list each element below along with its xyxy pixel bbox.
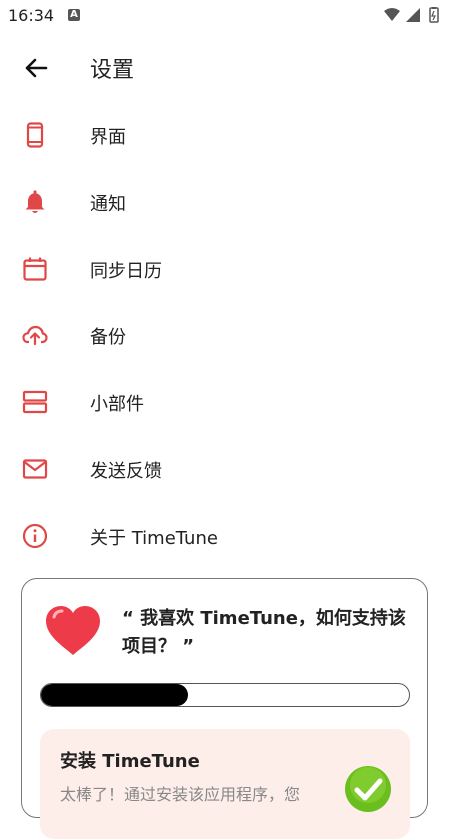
menu-item-label: 关于 TimeTune — [90, 528, 218, 549]
install-description: 太棒了！通过安装该应用程序，您 — [60, 785, 301, 804]
menu-item-send-feedback[interactable]: 发送反馈 — [0, 440, 450, 496]
install-option[interactable]: 安装 TimeTune 太棒了！通过安装该应用程序，您 — [40, 729, 410, 839]
app-bar: 设置 — [0, 40, 450, 96]
mail-icon — [22, 459, 48, 479]
menu-item-sync-calendar[interactable]: 同步日历 — [0, 240, 450, 296]
install-title: 安装 TimeTune — [60, 751, 200, 772]
bell-icon — [25, 190, 45, 213]
menu-item-about[interactable]: 关于 TimeTune — [0, 507, 450, 563]
widget-icon — [22, 390, 48, 414]
status-time: 16:34 — [8, 6, 55, 25]
cloud-upload-icon — [22, 325, 48, 346]
status-icons: x — [384, 7, 439, 24]
info-icon — [22, 523, 48, 549]
menu-item-notifications[interactable]: 通知 — [0, 173, 450, 229]
progress-fill — [41, 684, 189, 706]
wifi-icon — [384, 8, 400, 21]
support-card-title: “ 我喜欢 TimeTune，如何支持该项目？ ” — [122, 608, 406, 657]
status-bar: 16:34 A x — [0, 0, 450, 32]
svg-text:x: x — [414, 16, 418, 24]
menu-item-label: 发送反馈 — [90, 461, 162, 482]
menu-item-label: 备份 — [90, 327, 126, 348]
check-circle-icon — [345, 766, 391, 812]
menu-item-label: 通知 — [90, 194, 126, 215]
back-arrow-icon[interactable] — [20, 52, 52, 84]
support-progress-bar — [40, 683, 410, 707]
menu-item-label: 同步日历 — [90, 261, 162, 282]
calendar-icon — [23, 257, 47, 281]
phone-icon — [26, 122, 44, 148]
menu-item-backup[interactable]: 备份 — [0, 306, 450, 362]
menu-item-label: 小部件 — [90, 394, 144, 415]
menu-item-interface[interactable]: 界面 — [0, 106, 450, 162]
app-notification-icon: A — [68, 9, 80, 21]
battery-icon — [429, 7, 439, 23]
menu-item-label: 界面 — [90, 127, 126, 148]
heart-icon — [46, 606, 100, 655]
menu-item-widgets[interactable]: 小部件 — [0, 373, 450, 429]
support-card: “ 我喜欢 TimeTune，如何支持该项目？ ” 安装 TimeTune 太棒… — [21, 578, 428, 839]
page-title: 设置 — [90, 58, 135, 83]
